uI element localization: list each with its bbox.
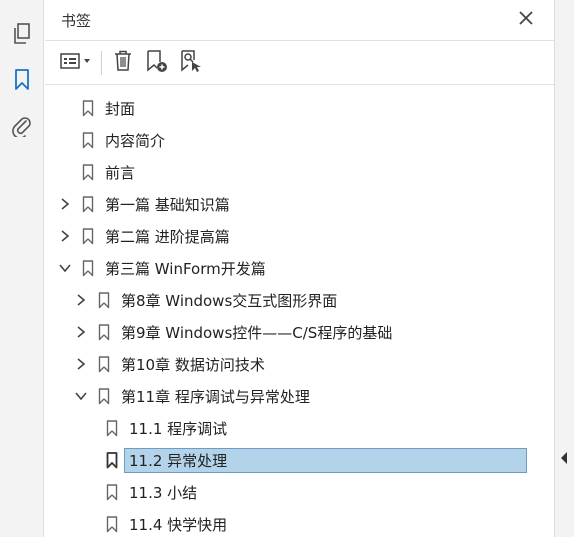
bookmark-icon	[105, 515, 119, 533]
trash-icon	[113, 50, 133, 76]
bookmark-label: 第11章 程序调试与异常处理	[121, 387, 310, 406]
bookmark-item-selected[interactable]: 11.2 异常处理	[105, 446, 527, 474]
bookmark-item[interactable]: 封面	[57, 94, 135, 122]
bookmark-label: 封面	[105, 99, 136, 118]
structure-bookmark-button[interactable]	[176, 48, 206, 78]
paperclip-icon[interactable]	[8, 112, 36, 140]
new-bookmark-button[interactable]	[142, 48, 172, 78]
chevron-right-icon[interactable]	[57, 228, 73, 244]
bookmark-item[interactable]: 11.1 程序调试	[105, 414, 227, 442]
bookmark-toolbar	[57, 46, 210, 80]
bookmark-label: 11.1 程序调试	[129, 419, 228, 438]
bookmark-item[interactable]: 第11章 程序调试与异常处理	[73, 382, 310, 410]
divider	[45, 40, 554, 41]
bookmark-label: 第9章 Windows控件——C/S程序的基础	[121, 323, 393, 342]
chevron-right-icon[interactable]	[73, 324, 89, 340]
bookmark-item[interactable]: 11.4 快学快用	[105, 510, 227, 538]
bookmark-item[interactable]: 内容简介	[57, 126, 165, 154]
bookmark-icon[interactable]	[8, 66, 36, 94]
pages-icon[interactable]	[8, 20, 36, 48]
chevron-right-icon[interactable]	[57, 196, 73, 212]
bookmark-label: 11.4 快学快用	[129, 515, 228, 534]
bookmark-label: 第10章 数据访问技术	[121, 355, 265, 374]
divider	[45, 84, 554, 85]
bookmark-icon	[97, 291, 111, 309]
bookmark-item[interactable]: 第三篇 WinForm开发篇	[57, 254, 266, 282]
bookmark-icon	[81, 195, 95, 213]
bookmark-icon	[81, 131, 95, 149]
chevron-right-icon[interactable]	[73, 356, 89, 372]
bookmark-item[interactable]: 第9章 Windows控件——C/S程序的基础	[73, 318, 392, 346]
bookmark-item[interactable]: 第8章 Windows交互式图形界面	[73, 286, 337, 314]
bookmark-icon	[81, 227, 95, 245]
bookmark-label: 第三篇 WinForm开发篇	[105, 259, 266, 278]
bookmark-item[interactable]: 第二篇 进阶提高篇	[57, 222, 230, 250]
collapse-arrow-icon[interactable]	[558, 451, 570, 465]
bookmark-icon	[97, 355, 111, 373]
bookmark-icon	[81, 259, 95, 277]
chevron-right-icon[interactable]	[73, 292, 89, 308]
left-nav-rail	[0, 0, 44, 537]
bookmark-icon	[105, 451, 119, 469]
bookmark-search-icon	[179, 49, 203, 77]
chevron-down-icon[interactable]	[57, 260, 73, 276]
options-button[interactable]	[57, 48, 95, 78]
bookmark-icon	[81, 163, 95, 181]
bookmark-label: 第8章 Windows交互式图形界面	[121, 291, 338, 310]
panel-title: 书签	[61, 12, 92, 30]
add-bookmark-icon	[145, 49, 169, 77]
bookmark-icon	[105, 483, 119, 501]
bookmark-item[interactable]: 第一篇 基础知识篇	[57, 190, 230, 218]
bookmark-label: 第一篇 基础知识篇	[105, 195, 230, 214]
bookmark-icon	[105, 419, 119, 437]
bookmark-label: 前言	[105, 163, 136, 182]
bookmark-item[interactable]: 11.3 小结	[105, 478, 197, 506]
list-options-icon	[60, 52, 92, 74]
bookmarks-panel: 书签 封面 内容简介 前言 第一篇 基础知识篇 第二篇 进阶提高篇 第三篇 Wi…	[45, 0, 554, 537]
bookmark-icon	[97, 323, 111, 341]
bookmark-label: 11.3 小结	[129, 483, 198, 502]
toolbar-separator	[101, 51, 102, 75]
bookmark-icon	[97, 387, 111, 405]
delete-bookmark-button[interactable]	[108, 48, 138, 78]
chevron-down-icon[interactable]	[73, 388, 89, 404]
bookmark-label: 内容简介	[105, 131, 166, 150]
bookmark-label: 11.2 异常处理	[124, 447, 527, 473]
bookmark-item[interactable]: 第10章 数据访问技术	[73, 350, 265, 378]
close-icon[interactable]	[516, 8, 536, 28]
bookmark-label: 第二篇 进阶提高篇	[105, 227, 230, 246]
bookmark-item[interactable]: 前言	[57, 158, 135, 186]
bookmark-icon	[81, 99, 95, 117]
